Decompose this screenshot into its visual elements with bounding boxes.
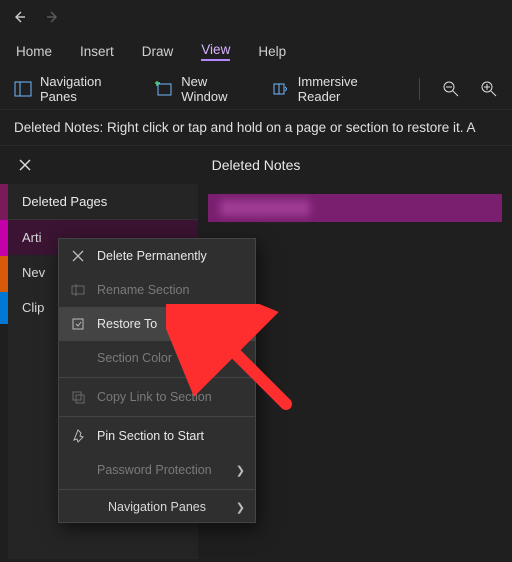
section-color-marker — [0, 292, 8, 324]
ctx-label: Section Color — [97, 351, 172, 365]
new-window-label: New Window — [181, 74, 252, 104]
zoom-out-button[interactable] — [442, 80, 460, 98]
nav-panes-button[interactable]: Navigation Panes — [14, 74, 135, 104]
page-title-redacted — [220, 200, 310, 216]
separator — [59, 489, 255, 490]
copy-icon — [69, 388, 87, 406]
back-arrow-icon[interactable] — [12, 10, 26, 24]
context-menu: Delete Permanently Rename Section Restor… — [58, 238, 256, 523]
ctx-label: Password Protection — [97, 463, 212, 477]
restore-icon — [69, 315, 87, 333]
immersive-label: Immersive Reader — [298, 74, 397, 104]
page-row[interactable] — [208, 194, 502, 222]
separator — [419, 78, 420, 100]
ctx-section-color: Section Color — [59, 341, 255, 375]
panes-icon — [14, 80, 32, 98]
ctx-rename-section: Rename Section — [59, 273, 255, 307]
page-title: Deleted Notes — [50, 157, 512, 173]
menu-view[interactable]: View — [201, 42, 230, 61]
info-bar: Deleted Notes: Right click or tap and ho… — [0, 110, 512, 145]
ctx-copy-link: Copy Link to Section — [59, 380, 255, 414]
menu-bar: Home Insert Draw View Help — [0, 34, 512, 68]
ctx-password-protection: Password Protection ❯ — [59, 453, 255, 487]
close-icon — [69, 247, 87, 265]
close-button[interactable] — [0, 158, 50, 172]
immersive-icon — [272, 80, 290, 98]
forward-arrow-icon — [46, 10, 60, 24]
ribbon: Navigation Panes New Window Immersive Re… — [0, 68, 512, 110]
menu-insert[interactable]: Insert — [80, 44, 114, 59]
deleted-pages-header[interactable]: Deleted Pages — [8, 184, 198, 220]
section-color-marker — [0, 220, 8, 256]
rename-icon — [69, 281, 87, 299]
blank-icon — [69, 461, 87, 479]
chevron-right-icon: ❯ — [236, 464, 245, 477]
ctx-pin-section[interactable]: Pin Section to Start — [59, 419, 255, 453]
new-window-icon — [155, 80, 173, 98]
nav-panes-label: Navigation Panes — [40, 74, 135, 104]
ctx-label: Pin Section to Start — [97, 429, 204, 443]
color-strip — [0, 184, 8, 559]
separator — [59, 377, 255, 378]
ctx-restore-to[interactable]: Restore To — [59, 307, 255, 341]
zoom-out-icon — [442, 80, 460, 98]
zoom-in-icon — [480, 80, 498, 98]
ctx-navigation-panes[interactable]: Navigation Panes ❯ — [59, 492, 255, 522]
pin-icon — [69, 427, 87, 445]
immersive-reader-button[interactable]: Immersive Reader — [272, 74, 397, 104]
ctx-label: Navigation Panes — [108, 500, 206, 514]
chevron-right-icon: ❯ — [236, 501, 245, 514]
section-color-marker — [0, 184, 8, 220]
section-color-marker — [0, 256, 8, 292]
ctx-label: Rename Section — [97, 283, 189, 297]
ctx-label: Restore To — [97, 317, 157, 331]
menu-draw[interactable]: Draw — [142, 44, 174, 59]
zoom-in-button[interactable] — [480, 80, 498, 98]
menu-help[interactable]: Help — [258, 44, 286, 59]
ctx-label: Delete Permanently — [97, 249, 207, 263]
ctx-label: Copy Link to Section — [97, 390, 212, 404]
new-window-button[interactable]: New Window — [155, 74, 252, 104]
header-row: Deleted Notes — [0, 146, 512, 184]
menu-home[interactable]: Home — [16, 44, 52, 59]
blank-icon — [69, 349, 87, 367]
ctx-delete-permanently[interactable]: Delete Permanently — [59, 239, 255, 273]
separator — [59, 416, 255, 417]
